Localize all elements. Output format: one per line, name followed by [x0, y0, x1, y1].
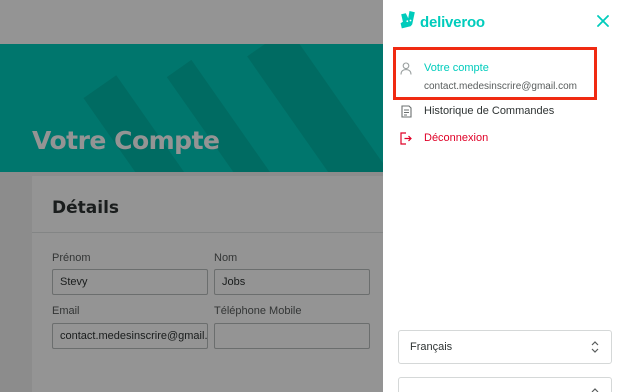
- chevron-up-down-icon: [591, 387, 599, 392]
- receipt-icon: [399, 104, 413, 118]
- language-select-value: Français: [410, 341, 453, 353]
- kangaroo-logo-icon: [399, 11, 415, 34]
- close-button[interactable]: [592, 12, 614, 34]
- highlight-box: [393, 47, 597, 100]
- language-select[interactable]: Français: [398, 330, 612, 364]
- menu-item-logout[interactable]: Déconnexion: [399, 131, 488, 145]
- logout-icon: [399, 131, 413, 145]
- menu-item-logout-label: Déconnexion: [424, 132, 489, 144]
- deliveroo-logo[interactable]: deliveroo: [399, 11, 485, 34]
- chevron-up-down-icon: [591, 340, 599, 357]
- secondary-select[interactable]: [398, 377, 612, 392]
- menu-item-order-history[interactable]: Historique de Commandes: [399, 104, 554, 118]
- close-icon: [597, 14, 609, 32]
- menu-item-order-history-label: Historique de Commandes: [424, 105, 555, 117]
- logo-text: deliveroo: [420, 14, 485, 31]
